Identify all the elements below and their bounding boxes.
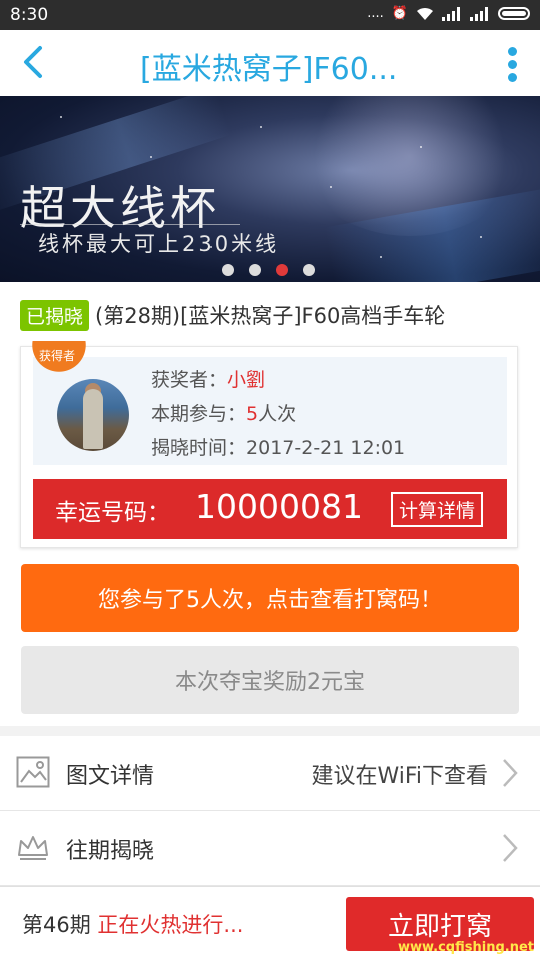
signal-dots: .... <box>367 6 384 21</box>
chevron-right-icon <box>503 759 518 787</box>
avatar-body <box>83 389 103 449</box>
banner-star <box>60 116 62 118</box>
participation-count: 5 <box>246 403 259 425</box>
cell-signal-icon <box>442 6 460 21</box>
product-name: (第28期)[蓝米热窝子]F60高档手车轮 <box>95 304 446 328</box>
banner-star <box>260 126 262 128</box>
product-title-line: 已揭晓 (第28期)[蓝米热窝子]F60高档手车轮 <box>20 298 530 332</box>
participation-label: 本期参与： <box>151 403 247 425</box>
banner-star <box>420 146 422 148</box>
battery-icon <box>498 7 530 20</box>
list-item-hint: 建议在WiFi下查看 <box>311 764 488 789</box>
list-item-label: 往期揭晓 <box>66 839 155 864</box>
winner-label: 获奖者： <box>151 369 228 391</box>
page-title: [蓝米热窝子]F60... <box>140 52 398 87</box>
avatar[interactable] <box>57 379 129 451</box>
participation-line: 本期参与：5人次 <box>151 399 296 426</box>
chevron-right-icon <box>503 834 518 862</box>
list-item-details[interactable]: 图文详情 建议在WiFi下查看 <box>0 736 540 811</box>
banner-carousel[interactable]: 超大线杯 线杯最大可上230米线 <box>0 96 540 282</box>
cell-signal-icon-2 <box>470 6 488 21</box>
reveal-time-line: 揭晓时间：2017-2-21 12:01 <box>151 433 405 460</box>
section-divider <box>0 726 540 736</box>
participation-unit: 人次 <box>258 403 297 425</box>
image-icon <box>16 756 50 788</box>
crown-icon <box>18 836 48 860</box>
reveal-label: 揭晓时间： <box>151 437 247 459</box>
winner-line: 获奖者：小劉 <box>151 365 265 392</box>
list-item-label: 图文详情 <box>66 764 155 789</box>
lucky-number-label: 幸运号码： <box>55 500 170 526</box>
winner-badge-label: 获得者 <box>39 349 76 363</box>
banner-star <box>380 256 382 258</box>
winner-badge: 获得者 <box>27 341 91 381</box>
reward-info: 本次夺宝奖励2元宝 <box>21 646 519 714</box>
status-bar: 8:30 .... ⏰ <box>0 0 540 30</box>
carousel-dots <box>222 264 315 276</box>
lucky-number: 10000081 <box>195 487 363 526</box>
period-number: 第46期 <box>22 913 91 937</box>
banner-star <box>330 186 332 188</box>
winner-name[interactable]: 小劉 <box>227 369 265 391</box>
more-vertical-icon[interactable] <box>502 44 522 84</box>
status-badge: 已揭晓 <box>20 299 90 331</box>
carousel-dot[interactable] <box>249 264 261 276</box>
title-bar: [蓝米热窝子]F60... <box>0 30 540 97</box>
lucky-number-bar: 幸运号码： 10000081 计算详情 <box>33 479 507 539</box>
banner-divider <box>20 224 240 225</box>
view-codes-button[interactable]: 您参与了5人次，点击查看打窝码！ <box>21 564 519 632</box>
back-arrow-icon[interactable] <box>18 44 54 80</box>
carousel-dot-active[interactable] <box>276 264 288 276</box>
status-icons: .... ⏰ <box>367 6 530 21</box>
current-period: 第46期 正在火热进行... <box>22 909 243 939</box>
reveal-time: 2017-2-21 12:01 <box>246 437 406 459</box>
banner-subline: 线杯最大可上230米线 <box>38 232 280 256</box>
alarm-icon: ⏰ <box>391 6 408 21</box>
wifi-icon <box>417 7 433 20</box>
carousel-dot[interactable] <box>303 264 315 276</box>
banner-star <box>150 156 152 158</box>
carousel-dot[interactable] <box>222 264 234 276</box>
banner-star <box>480 236 482 238</box>
site-watermark: www.cqfishing.net <box>397 940 534 955</box>
calc-details-button[interactable]: 计算详情 <box>390 492 483 527</box>
status-time: 8:30 <box>10 5 49 25</box>
period-status: 正在火热进行... <box>97 913 244 937</box>
winner-card: 获得者 获奖者：小劉 本期参与：5人次 揭晓时间：2017-2-21 12:01… <box>20 341 518 548</box>
list-item-past-results[interactable]: 往期揭晓 <box>0 811 540 886</box>
